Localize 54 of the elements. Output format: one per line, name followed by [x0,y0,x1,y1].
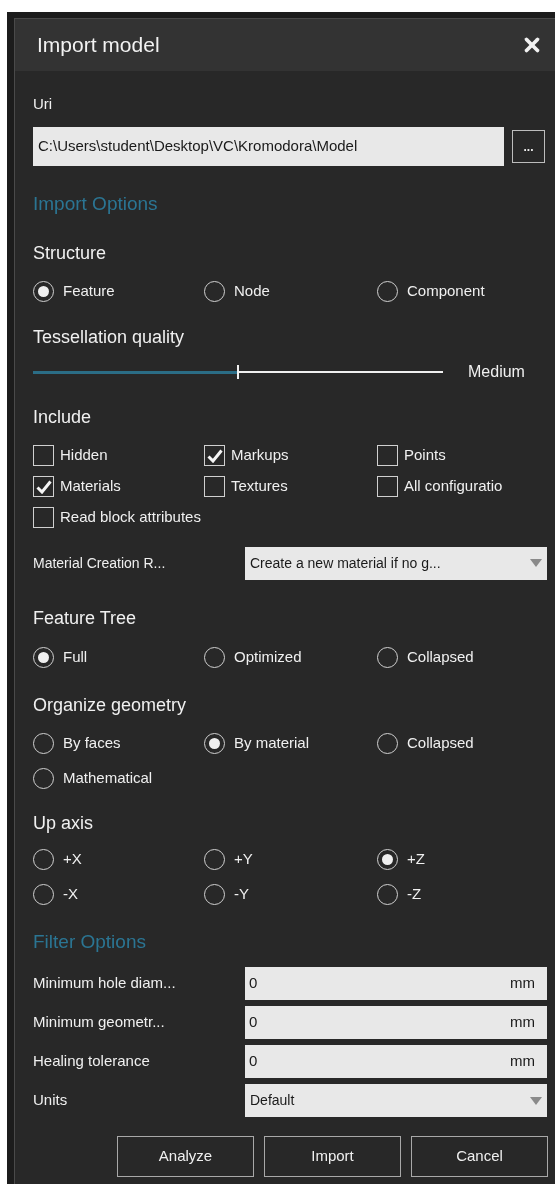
radio-option[interactable]: Node [204,279,270,303]
radio-option[interactable]: Optimized [204,645,302,669]
slider-value: Medium [468,362,525,382]
section-label: Up axis [33,811,94,835]
section-label: Structure [33,241,107,265]
field-label: Minimum geometr... [33,1012,166,1033]
radio-option[interactable]: +Y [204,848,253,871]
units-dropdown[interactable]: Default [245,1084,547,1117]
radio-option[interactable]: +X [33,848,82,871]
caret-icon [530,1096,542,1105]
section-label: Organize geometry [33,693,187,717]
field-label: Material Creation R... [33,553,167,573]
checkbox-option[interactable]: Points [377,444,446,467]
field-label: Minimum hole diam... [33,973,177,994]
radio-option[interactable]: By faces [33,732,121,755]
field-label: Healing tolerance [33,1051,151,1072]
checkbox-option[interactable]: Textures [204,475,288,498]
radio-option[interactable]: -Z [377,883,422,906]
checkbox-option[interactable]: Materials [33,475,121,498]
browse-button[interactable]: ... [512,130,545,163]
dialog-button[interactable]: Cancel [411,1136,548,1177]
checkbox-option[interactable]: Read block attributes [33,506,201,529]
material-dropdown[interactable]: Create a new material if no g... [245,546,547,580]
number-field[interactable]: 0 mm [245,1006,547,1039]
section-label: Tessellation quality [33,325,185,349]
checkbox-option[interactable]: Hidden [33,444,108,467]
radio-option[interactable]: Collapsed [377,732,474,755]
section-heading: Filter Options [33,929,146,954]
radio-option[interactable]: -X [33,883,78,906]
number-field[interactable]: 0 mm [245,967,547,1000]
checkmark-icon [206,448,223,463]
section-label: Include [33,405,92,429]
field-label: Units [33,1090,69,1111]
window-title: Import model [37,32,160,59]
dialog-button[interactable]: Analyze [117,1136,254,1177]
uri-field[interactable]: C:\Users\student\Desktop\VC\Kromodora\Model [33,127,504,166]
checkbox-option[interactable]: All configuratio [377,475,503,498]
radio-option[interactable]: Collapsed [377,645,474,669]
caret-icon [530,559,542,567]
field-label: Uri [33,93,53,114]
radio-option[interactable]: Feature [33,279,115,303]
radio-option[interactable]: -Y [204,883,249,906]
checkmark-icon [35,479,52,494]
quality-slider[interactable] [33,365,443,379]
radio-option[interactable]: Full [33,645,88,669]
dialog-button[interactable]: Import [264,1136,401,1177]
radio-option[interactable]: Component [377,279,485,303]
radio-option[interactable]: Mathematical [33,767,153,790]
number-field[interactable]: 0 mm [245,1045,547,1078]
radio-option[interactable]: By material [204,732,310,755]
checkbox-option[interactable]: Markups [204,444,289,467]
section-label: Feature Tree [33,606,137,630]
radio-option[interactable]: +Z [377,848,425,871]
section-heading: Import Options [33,191,158,216]
